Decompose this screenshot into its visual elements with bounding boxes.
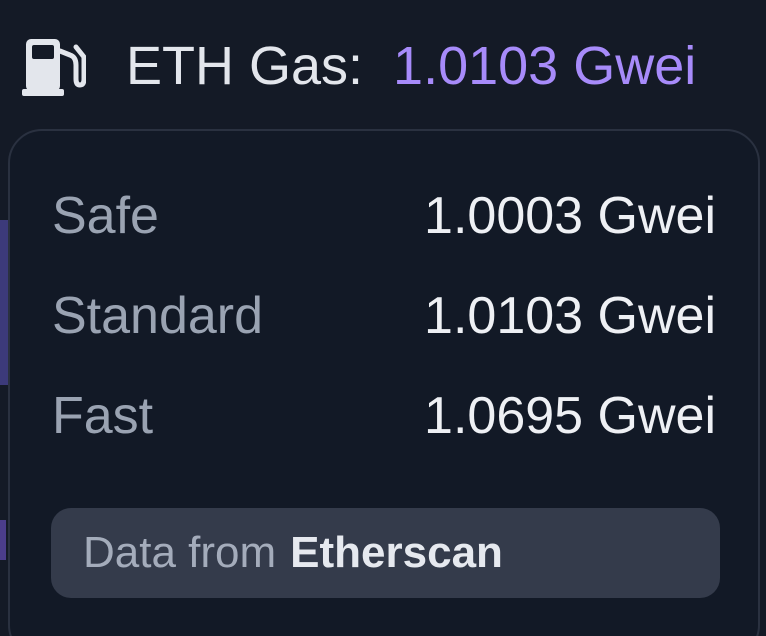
background-page-edge [0,520,6,560]
gas-row-value: 1.0003 Gwei [424,187,716,245]
gas-row-label: Safe [52,187,159,245]
gas-row-label: Standard [52,287,264,345]
gas-pump-icon [22,35,87,97]
gas-row-standard: Standard 1.0103 Gwei [52,281,716,351]
gas-row-value: 1.0103 Gwei [424,287,716,345]
gas-current-value: 1.0103 Gwei [393,36,697,96]
gas-price-trigger[interactable]: ETH Gas: 1.0103 Gwei [22,30,696,102]
gas-label: ETH Gas: [126,36,364,96]
gas-tracker-widget: ETH Gas: 1.0103 Gwei Safe 1.0003 Gwei St… [0,0,766,636]
gas-price-popover: Safe 1.0003 Gwei Standard 1.0103 Gwei Fa… [8,129,760,636]
data-source-link[interactable]: Data from Etherscan [51,508,720,598]
data-source-prefix: Data from [83,528,277,577]
gas-row-label: Fast [52,387,154,445]
gas-row-value: 1.0695 Gwei [424,387,716,445]
data-source-name: Etherscan [290,528,503,577]
gas-row-fast: Fast 1.0695 Gwei [52,381,716,451]
gas-row-safe: Safe 1.0003 Gwei [52,181,716,251]
